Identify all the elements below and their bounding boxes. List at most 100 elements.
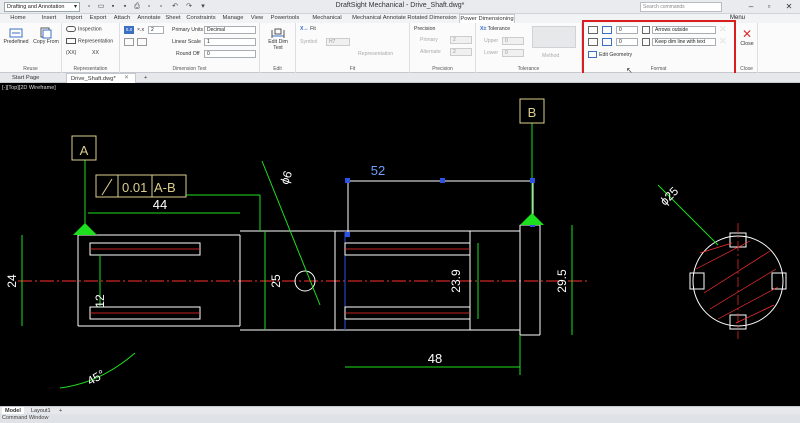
tab-manage[interactable]: Manage [220,14,246,23]
method-preview[interactable] [532,26,576,48]
copy-from-button[interactable]: Copy From [32,27,60,45]
group-edit: Edit Dim Text Edit [260,23,296,73]
linear-scale-field[interactable]: 1 [204,38,256,46]
tab-home[interactable]: Home [4,14,32,23]
mouse-cursor-icon: ↖ [626,66,633,75]
primary-precision-field[interactable]: 2 [450,36,472,44]
fit-representation-label: Representation [358,51,394,57]
copy-from-label: Copy From [33,39,59,45]
group-reuse: Predefined Copy From Reuse [0,23,62,73]
text-align-icon[interactable] [137,38,147,46]
tab-mechanical-annotate[interactable]: Mechanical Annotate [352,14,406,23]
close-icon: ✕ [741,27,753,41]
upper-label: Upper [484,38,499,44]
drawing-canvas[interactable]: A B 0.01 A-B 44 52 24 12 25 23.9 29.5 48… [0,83,800,406]
datum-b-label: B [528,105,537,120]
fit-button[interactable]: X↔ Fit [300,26,316,32]
group-label-precision: Precision [432,66,453,72]
tab-rotated-dimension[interactable]: Rotated Dimension [407,14,457,23]
group-tolerance: X± Tolerance Upper 0 Lower 0 Method Tole… [476,23,582,73]
xx-label: ×.x [137,27,145,33]
tab-annotate[interactable]: Annotate [134,14,164,23]
round-off-field[interactable]: 0 [204,50,256,58]
shaft-outline [77,224,787,336]
tab-mechanical-content[interactable]: Mechanical Content [303,14,351,30]
tab-import[interactable]: Import [63,14,85,23]
tab-sheet[interactable]: Sheet [164,14,182,23]
primary-units-select[interactable]: Decimal [204,26,256,34]
lower-field[interactable]: 0 [502,49,524,57]
dim-52: 52 [371,163,385,178]
minimize-icon[interactable]: – [744,1,758,13]
dim-25: 25 [269,274,283,288]
inspection-icon [66,26,76,32]
close-window-icon[interactable]: ✕ [782,1,796,13]
restore-icon[interactable]: ▫ [762,1,776,13]
datum-a-triangle [73,223,97,235]
tab-powertools[interactable]: Powertools [268,14,302,23]
group-dimension-text: x.x ×.x 2 Primary Units Decimal Linear S… [120,23,260,73]
representation-label: Representation [78,38,114,45]
fcf-tolerance: 0.01 [122,180,147,195]
viewport-label[interactable]: [-][Top][2D Wireframe] [2,85,56,91]
search-input[interactable]: Search commands [640,2,722,12]
group-representation: Inspection Representation (XX) XX Repres… [62,23,120,73]
fcf-datum-ref: A-B [154,180,176,195]
tab-insert[interactable]: Insert [36,14,62,23]
text-style-icon[interactable] [124,38,134,46]
datum-b-triangle [520,213,544,225]
alternate-precision-field[interactable]: 2 [450,48,472,56]
group-label-reuse: Reuse [23,66,38,72]
representation-button[interactable]: Representation [66,38,113,44]
format-group-highlight [582,20,736,76]
command-window-label: Command Window [2,415,49,421]
inspection-button[interactable]: Inspection [66,26,102,32]
dim-12: 12 [93,294,107,308]
dim-44: 44 [153,197,167,212]
upper-field[interactable]: 0 [502,37,524,45]
decimal-places-field[interactable]: 2 [148,26,164,34]
alternate-precision-label: Alternate [420,49,441,55]
group-label-dimension-text: Dimension Text [172,66,207,72]
dim-45-deg: 45° [85,367,108,388]
symbol-label: Symbol [300,39,318,45]
parenthesis-button[interactable]: (XX) [66,50,76,56]
dim-48: 48 [428,351,442,366]
fit-icon: X↔ [300,26,309,32]
tab-power-dimensioning[interactable]: Power Dimensioning [459,14,515,23]
document-tab-bar: Start Page Drive_Shaft.dwg* ✕ + [0,73,800,83]
dim-24: 24 [5,274,19,288]
tab-export[interactable]: Export [87,14,109,23]
copy-from-icon [40,27,52,39]
app-window: Drafting and Annotation ▾ ▫ ▭ ▪ ▪ ⎙ ▫ ▫ ↶… [0,0,800,423]
precision-xx-icon[interactable]: x.x [124,26,134,34]
new-doc-tab-icon[interactable]: + [140,73,151,83]
selected-dimension-52[interactable] [347,180,534,235]
tab-attach[interactable]: Attach [111,14,133,23]
tolerance-button[interactable]: X± Tolerance [480,26,510,32]
tab-start-page[interactable]: Start Page [8,73,43,83]
command-window[interactable]: Command Window [0,414,800,423]
close-ribbon-button[interactable]: ✕ Close [737,27,757,47]
group-label-fit: Fit [349,66,356,72]
symbol-field[interactable]: H7 [326,38,350,46]
linear-scale-label: Linear Scale [172,39,201,45]
edit-dim-text-button[interactable]: Edit Dim Text [264,27,292,51]
group-precision: Precision Primary 2 Alternate 2 Precisio… [410,23,476,73]
predefined-button[interactable]: Predefined [2,27,30,45]
section-hatch [90,223,779,339]
selection-grips[interactable] [345,178,535,237]
predefined-label: Predefined [3,39,29,45]
tab-constraints[interactable]: Constraints [184,14,218,23]
fit-label: Fit [310,26,316,32]
small-text-button[interactable]: XX [92,50,99,56]
layout-tab-bar: Model Layout1 + [0,406,800,415]
dim-29-5: 29.5 [555,269,569,293]
round-off-label: Round Off [176,51,200,57]
close-doc-tab-icon[interactable]: ✕ [120,73,133,83]
group-label-edit: Edit [273,66,282,72]
tab-view[interactable]: View [248,14,266,23]
primary-precision-label: Primary [420,37,438,43]
tolerance-icon: X± [480,26,487,32]
dim-phi6: ϕ6 [277,169,295,187]
